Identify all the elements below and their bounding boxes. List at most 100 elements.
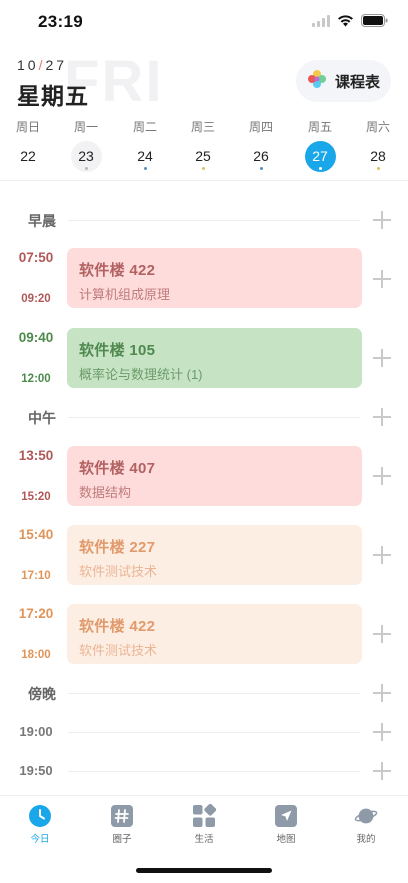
section-evening: 傍晚	[0, 678, 408, 708]
signal-icon	[312, 14, 330, 32]
day-name: 周三	[190, 120, 215, 134]
status-icons	[312, 14, 388, 32]
header: FRI 10/27 星期五 课程表	[0, 49, 408, 114]
section-line	[68, 417, 360, 418]
tab-label: 地图	[276, 834, 296, 845]
course-room: 软件楼 227	[79, 539, 156, 556]
day-name: 周日	[15, 120, 40, 134]
day-cell[interactable]: 周五 27	[300, 118, 340, 172]
course-end-time: 18:00	[21, 649, 51, 661]
day-name: 周一	[73, 120, 98, 134]
date-day: 27	[45, 57, 68, 73]
day-number-text: 22	[20, 148, 36, 164]
day-cell[interactable]: 周三 25	[183, 118, 223, 172]
course-room: 软件楼 422	[79, 618, 156, 635]
course-end-time: 15:20	[21, 491, 51, 503]
tab-map[interactable]: 地图	[246, 804, 326, 845]
day-number-text: 24	[137, 148, 153, 164]
timeline: 早晨 07:50 09:20 软件楼 422 计算机组成原理 09:40 12:…	[0, 190, 408, 790]
date-month: 10	[17, 57, 39, 73]
day-number[interactable]: 24	[130, 141, 161, 172]
add-course-plus-icon[interactable]	[373, 270, 391, 288]
course-card[interactable]: 软件楼 105 概率论与数理统计 (1)	[67, 328, 362, 388]
section-line	[68, 771, 360, 772]
course-indicator-dot	[201, 167, 205, 170]
current-date: 10/27	[17, 57, 67, 73]
day-name: 周二	[132, 120, 157, 134]
day-number[interactable]: 26	[246, 141, 277, 172]
add-course-plus-icon[interactable]	[373, 684, 391, 702]
day-name: 周五	[307, 120, 332, 134]
slot-time: 19:50	[19, 763, 53, 778]
tab-label: 今日	[30, 834, 50, 845]
course-name: 概率论与数理统计 (1)	[79, 367, 203, 382]
course-indicator-dot	[84, 167, 88, 170]
section-label-noon: 中午	[28, 410, 56, 426]
section-line	[68, 693, 360, 694]
home-indicator	[136, 868, 272, 873]
day-cell[interactable]: 周四 26	[241, 118, 281, 172]
day-number-selected[interactable]: 27	[304, 141, 336, 172]
add-course-plus-icon[interactable]	[373, 723, 391, 741]
day-number-text: 23	[78, 148, 94, 164]
day-cell[interactable]: 周二 24	[125, 118, 165, 172]
course-name: 软件测试技术	[79, 564, 158, 579]
course-card[interactable]: 软件楼 422 软件测试技术	[67, 604, 362, 664]
add-course-plus-icon[interactable]	[373, 762, 391, 780]
course-card[interactable]: 软件楼 422 计算机组成原理	[67, 248, 362, 308]
day-number[interactable]: 25	[188, 141, 219, 172]
battery-icon	[361, 14, 388, 32]
grid-icon	[192, 804, 216, 828]
course-room: 软件楼 422	[79, 262, 156, 279]
section-line	[68, 732, 360, 733]
day-number[interactable]: 23	[70, 141, 102, 172]
course-room: 软件楼 105	[79, 342, 156, 359]
planet-icon	[354, 804, 378, 828]
course-room: 软件楼 407	[79, 460, 156, 477]
tab-circle[interactable]: 圈子	[82, 804, 162, 845]
day-number-text: 28	[370, 148, 386, 164]
day-cell[interactable]: 周日 22	[8, 118, 48, 172]
slot-time: 19:00	[19, 724, 53, 739]
course-start-time: 13:50	[18, 448, 54, 463]
course-card[interactable]: 软件楼 227 软件测试技术	[67, 525, 362, 585]
wifi-icon	[337, 14, 354, 32]
flower-icon	[307, 69, 327, 94]
course-end-time: 12:00	[21, 373, 51, 385]
add-course-plus-icon[interactable]	[373, 408, 391, 426]
course-card[interactable]: 软件楼 407 数据结构	[67, 446, 362, 506]
section-morning: 早晨	[0, 205, 408, 235]
add-course-plus-icon[interactable]	[373, 546, 391, 564]
course-name: 计算机组成原理	[79, 287, 171, 302]
course-start-time: 15:40	[18, 527, 54, 542]
section-noon: 中午	[0, 402, 408, 432]
empty-slot: 19:00	[0, 717, 408, 747]
schedule-button[interactable]: 课程表	[296, 60, 391, 102]
add-course-plus-icon[interactable]	[373, 625, 391, 643]
add-course-plus-icon[interactable]	[373, 467, 391, 485]
course-start-time: 17:20	[18, 606, 54, 621]
divider	[0, 180, 408, 181]
course-start-time: 09:40	[18, 330, 54, 345]
hashtag-icon	[110, 804, 134, 828]
day-number[interactable]: 28	[363, 141, 394, 172]
day-cell[interactable]: 周一 23	[66, 118, 106, 172]
tab-life[interactable]: 生活	[164, 804, 244, 845]
clock-icon	[28, 804, 52, 828]
tab-today[interactable]: 今日	[0, 804, 80, 845]
course-indicator-dot	[318, 167, 322, 170]
day-number-text: 26	[253, 148, 269, 164]
day-cell[interactable]: 周六 28	[358, 118, 398, 172]
add-course-plus-icon[interactable]	[373, 211, 391, 229]
tab-mine[interactable]: 我的	[326, 804, 406, 845]
course-start-time: 07:50	[18, 250, 54, 265]
week-strip: 周日 22 周一 23 周二 24 周三 25 周四 26 周五 27 周六 28	[0, 118, 408, 178]
day-number[interactable]: 22	[13, 141, 44, 172]
course-indicator-dot	[143, 167, 147, 170]
section-label-morning: 早晨	[28, 213, 56, 229]
add-course-plus-icon[interactable]	[373, 349, 391, 367]
status-bar: 23:19	[0, 0, 408, 46]
course-end-time: 09:20	[21, 293, 51, 305]
day-name: 周六	[365, 120, 390, 134]
course-indicator-dot	[376, 167, 380, 170]
